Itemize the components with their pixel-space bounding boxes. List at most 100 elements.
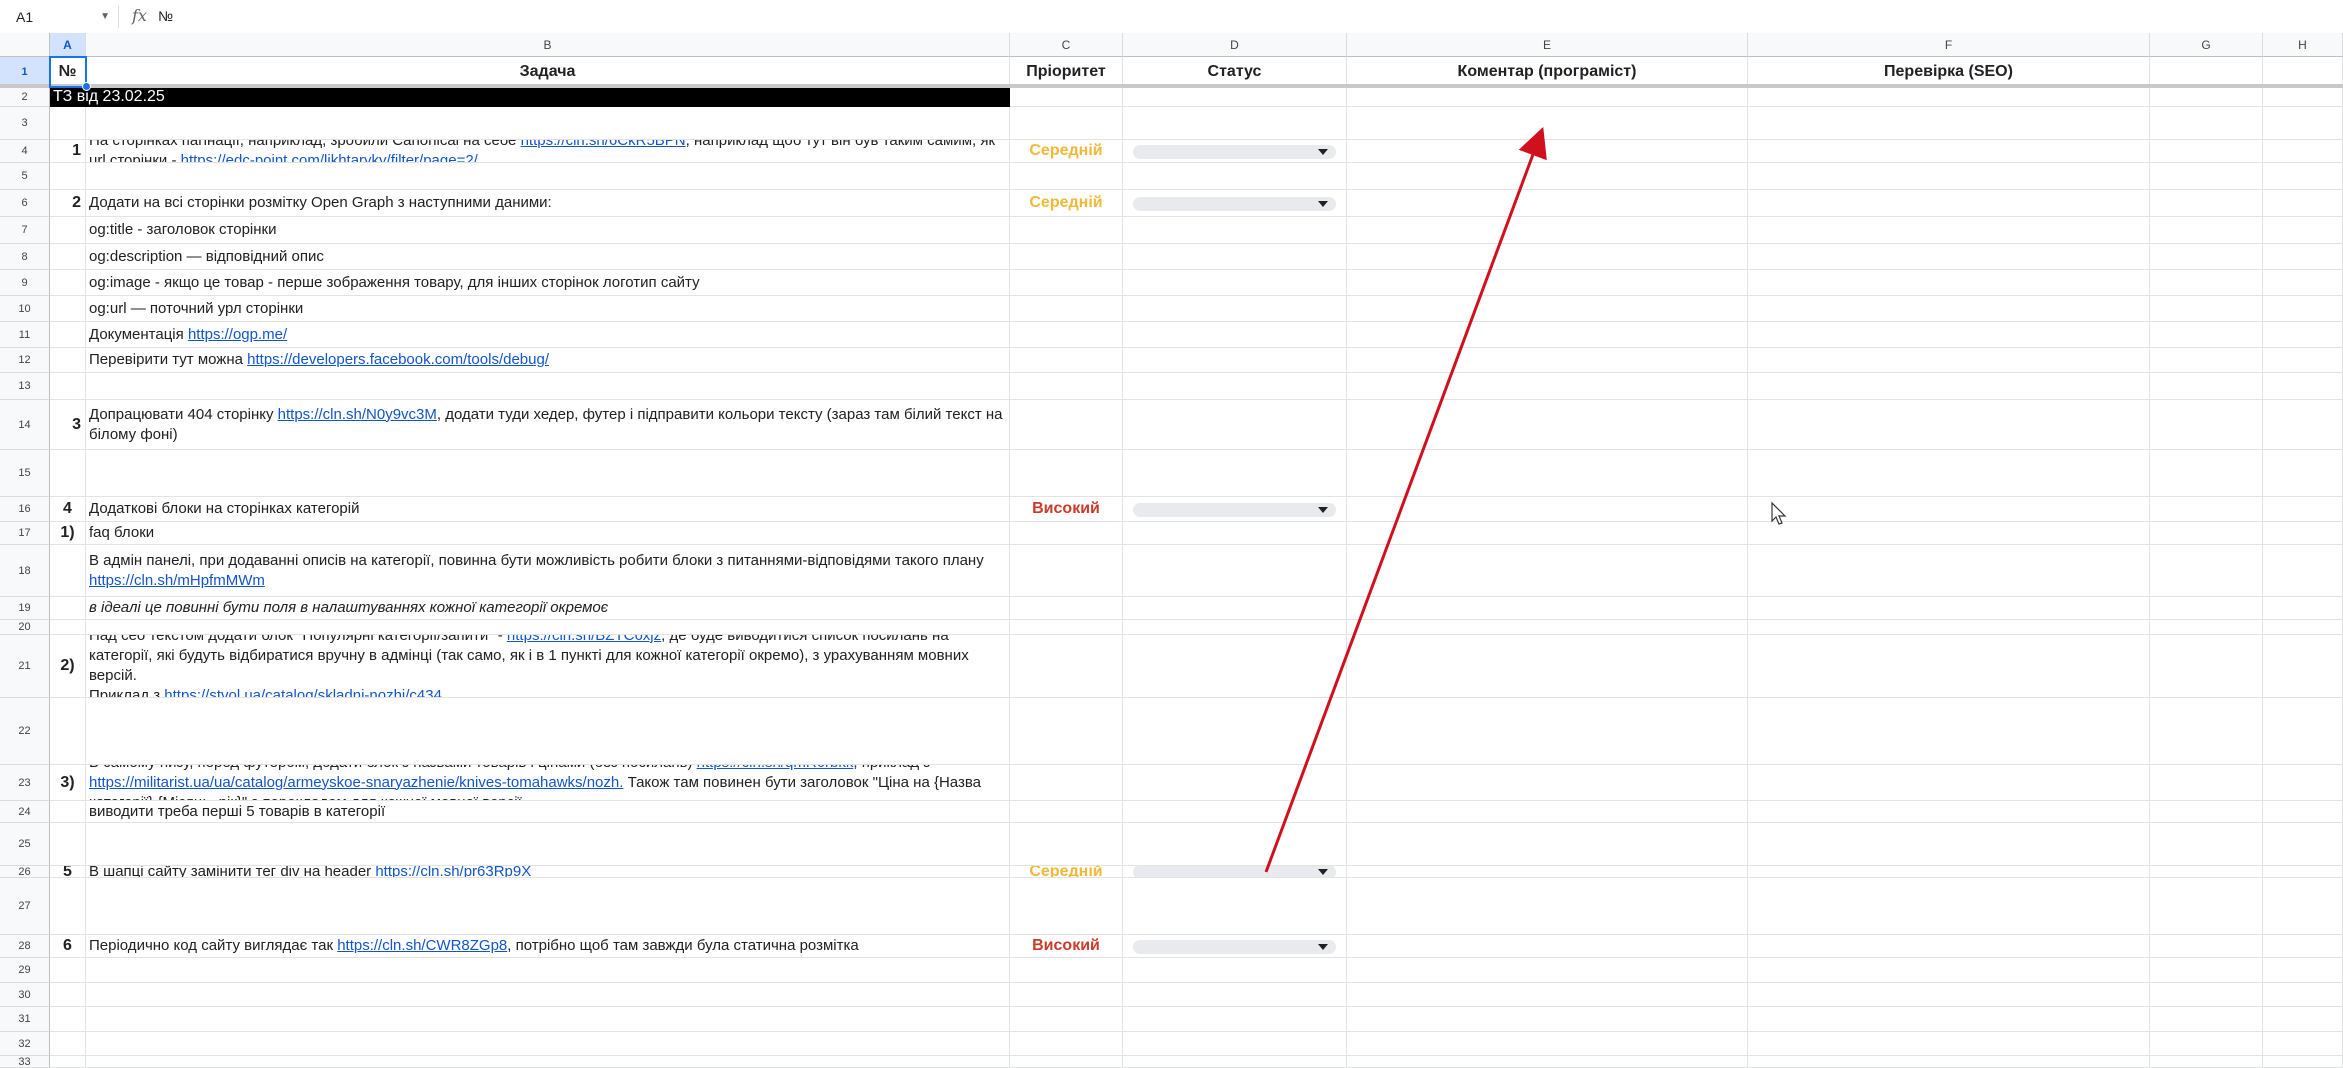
cell[interactable]	[1010, 450, 1123, 497]
status-dropdown[interactable]	[1133, 196, 1336, 211]
task-cell[interactable]: Додаткові блоки на сторінках категорій	[86, 497, 1010, 522]
cell[interactable]	[2150, 801, 2263, 823]
cell[interactable]	[2263, 217, 2343, 244]
cell[interactable]	[2150, 1056, 2263, 1068]
cell[interactable]	[1123, 400, 1347, 450]
cell[interactable]	[1748, 450, 2150, 497]
cell[interactable]	[2150, 190, 2263, 217]
cell[interactable]	[2150, 878, 2263, 935]
cell[interactable]	[1748, 635, 2150, 698]
task-number[interactable]: 2	[50, 190, 86, 217]
cell[interactable]	[86, 1007, 1010, 1032]
cell[interactable]	[1123, 322, 1347, 348]
cell[interactable]	[1010, 698, 1123, 765]
cell[interactable]	[1748, 1032, 2150, 1056]
row-header-22[interactable]: 22	[0, 698, 50, 765]
column-header-f[interactable]: F	[1748, 33, 2150, 57]
task-cell[interactable]: В адмін панелі, при додаванні описів на …	[86, 545, 1010, 597]
cell[interactable]	[50, 107, 86, 140]
cell[interactable]	[2263, 450, 2343, 497]
cell[interactable]	[1347, 958, 1748, 983]
cell[interactable]	[50, 983, 86, 1007]
cell[interactable]	[1123, 1007, 1347, 1032]
cell[interactable]	[1010, 765, 1123, 801]
task-cell[interactable]: faq блоки	[86, 522, 1010, 545]
row-header-10[interactable]: 10	[0, 296, 50, 322]
row-header-18[interactable]: 18	[0, 545, 50, 597]
cell[interactable]	[1010, 1056, 1123, 1068]
link[interactable]: https://cln.sh/BZTC6xjz	[507, 635, 661, 644]
column-header-h[interactable]: H	[2263, 33, 2343, 57]
cell[interactable]	[1748, 983, 2150, 1007]
cell[interactable]	[1347, 400, 1748, 450]
cell[interactable]	[2263, 620, 2343, 635]
cell[interactable]	[1010, 635, 1123, 698]
cell[interactable]	[2150, 1032, 2263, 1056]
active-cell-selection[interactable]	[49, 56, 87, 88]
row-header-17[interactable]: 17	[0, 522, 50, 545]
cell[interactable]	[50, 163, 86, 190]
row-header-29[interactable]: 29	[0, 958, 50, 983]
cell[interactable]	[50, 244, 86, 270]
link[interactable]: https://militarist.ua/ua/catalog/armeysk…	[89, 774, 623, 791]
row-header-13[interactable]: 13	[0, 373, 50, 400]
cell[interactable]	[2263, 296, 2343, 322]
cell[interactable]	[1010, 597, 1123, 620]
cell[interactable]	[2150, 1007, 2263, 1032]
cell[interactable]	[1123, 620, 1347, 635]
row-header-23[interactable]: 23	[0, 765, 50, 801]
cell[interactable]	[1123, 878, 1347, 935]
cell[interactable]	[1347, 244, 1748, 270]
task-cell[interactable]: Перевірити тут можна https://developers.…	[86, 348, 1010, 373]
cell[interactable]	[2263, 522, 2343, 545]
cell[interactable]	[2150, 348, 2263, 373]
cell[interactable]	[2263, 1007, 2343, 1032]
status-dropdown[interactable]	[1133, 866, 1336, 877]
cell[interactable]	[50, 450, 86, 497]
row-header-27[interactable]: 27	[0, 878, 50, 935]
cell[interactable]	[2150, 765, 2263, 801]
cell[interactable]	[1010, 322, 1123, 348]
select-all-corner[interactable]	[0, 33, 50, 57]
column-header-g[interactable]: G	[2150, 33, 2263, 57]
cell[interactable]	[1123, 163, 1347, 190]
row-header-28[interactable]: 28	[0, 935, 50, 958]
cell[interactable]	[1748, 935, 2150, 958]
cell[interactable]	[2150, 217, 2263, 244]
cell[interactable]	[2263, 57, 2343, 87]
cell[interactable]	[1010, 107, 1123, 140]
cell[interactable]	[1748, 497, 2150, 522]
cell[interactable]	[1748, 296, 2150, 322]
cell[interactable]	[2263, 244, 2343, 270]
cell[interactable]	[1347, 497, 1748, 522]
cell[interactable]	[1123, 1056, 1347, 1068]
cell[interactable]	[1123, 635, 1347, 698]
task-cell[interactable]: в ідеалі це повинні бути поля в налаштув…	[86, 597, 1010, 620]
row-header-1[interactable]: 1	[0, 57, 50, 87]
cell[interactable]	[86, 698, 1010, 765]
column-header-d[interactable]: D	[1123, 33, 1347, 57]
cell[interactable]	[50, 373, 86, 400]
column-header-c[interactable]: C	[1010, 33, 1123, 57]
cell[interactable]	[2150, 545, 2263, 597]
cell[interactable]	[1123, 270, 1347, 296]
cell[interactable]	[1347, 270, 1748, 296]
cell[interactable]	[1010, 801, 1123, 823]
cell[interactable]	[1748, 140, 2150, 163]
cell[interactable]	[2263, 322, 2343, 348]
cell[interactable]	[50, 296, 86, 322]
cell[interactable]	[2263, 400, 2343, 450]
cell[interactable]	[1347, 1032, 1748, 1056]
task-cell[interactable]: Додати на всі сторінки розмітку Open Gra…	[86, 190, 1010, 217]
row-header-16[interactable]: 16	[0, 497, 50, 522]
cell[interactable]	[1748, 801, 2150, 823]
cell[interactable]	[86, 450, 1010, 497]
cell[interactable]	[1010, 958, 1123, 983]
cell[interactable]	[50, 620, 86, 635]
task-cell[interactable]: og:url — поточний урл сторінки	[86, 296, 1010, 322]
task-number[interactable]: 2)	[50, 635, 86, 698]
row-header-5[interactable]: 5	[0, 163, 50, 190]
row-header-20[interactable]: 20	[0, 620, 50, 635]
row-header-15[interactable]: 15	[0, 450, 50, 497]
cell[interactable]	[1347, 1056, 1748, 1068]
